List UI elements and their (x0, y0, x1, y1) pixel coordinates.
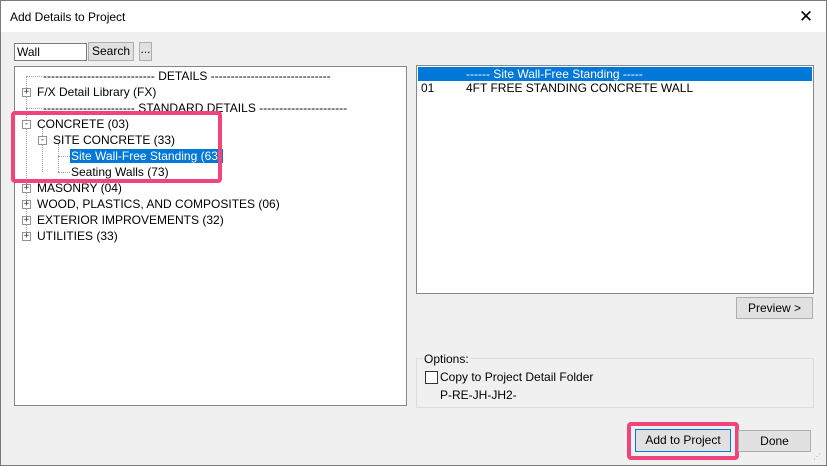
tree-item-concrete[interactable]: CONCRETE (03) (36, 116, 130, 132)
list-header-row[interactable]: ------ Site Wall-Free Standing ----- (418, 67, 812, 81)
category-tree[interactable]: ---------------------------- DETAILS ---… (14, 66, 407, 406)
tree-item-exterior-improvements[interactable]: EXTERIOR IMPROVEMENTS (32) (36, 212, 225, 228)
expand-icon[interactable]: + (22, 232, 31, 241)
title-bar: Add Details to Project ✕ (1, 1, 826, 32)
close-icon[interactable]: ✕ (786, 1, 826, 32)
tree-item-label: Site Wall-Free Standing (63) (70, 149, 223, 163)
tree-item-standard-header: ----------------------- STANDARD DETAILS… (42, 100, 348, 116)
details-list[interactable]: ------ Site Wall-Free Standing ----- 01 … (416, 65, 814, 294)
more-options-button[interactable]: ... (139, 42, 152, 61)
expand-icon[interactable]: + (22, 88, 31, 97)
tree-item-label: ---------------------------- DETAILS ---… (43, 69, 331, 83)
search-input[interactable] (14, 43, 87, 61)
tree-item-label: UTILITIES (33) (37, 229, 118, 243)
tree-item-label: EXTERIOR IMPROVEMENTS (32) (37, 213, 224, 227)
options-label: Options: (423, 352, 470, 366)
tree-item-label: ----------------------- STANDARD DETAILS… (43, 101, 348, 115)
tree-connector (58, 144, 59, 172)
tree-item-masonry[interactable]: MASONRY (04) (36, 180, 123, 196)
tree-item-label: Seating Walls (73) (71, 165, 169, 179)
expand-icon[interactable]: + (22, 184, 31, 193)
expand-icon[interactable]: + (22, 200, 31, 209)
add-details-dialog: Add Details to Project ✕ Search ... ----… (0, 0, 827, 466)
search-button[interactable]: Search (88, 42, 134, 61)
collapse-icon[interactable]: - (38, 136, 47, 145)
copy-to-folder-checkbox[interactable] (425, 371, 438, 384)
list-item[interactable]: 01 4FT FREE STANDING CONCRETE WALL (418, 81, 812, 95)
add-to-project-button[interactable]: Add to Project (635, 429, 731, 452)
tree-item-details-header: ---------------------------- DETAILS ---… (42, 68, 332, 84)
detail-number: 01 (421, 81, 435, 95)
tree-item-wood-plastics[interactable]: WOOD, PLASTICS, AND COMPOSITES (06) (36, 196, 281, 212)
tree-item-label: MASONRY (04) (37, 181, 122, 195)
window-title: Add Details to Project (10, 10, 126, 24)
done-button[interactable]: Done (738, 430, 811, 452)
collapse-icon[interactable]: - (22, 120, 31, 129)
tree-connector (26, 76, 27, 236)
list-header-label: ------ Site Wall-Free Standing ----- (466, 67, 643, 81)
tree-connector (58, 156, 70, 157)
folder-path-text: P-RE-JH-JH2- (440, 388, 517, 402)
tree-item-label: CONCRETE (03) (37, 117, 130, 131)
expand-icon[interactable]: + (22, 216, 31, 225)
tree-item-label: WOOD, PLASTICS, AND COMPOSITES (06) (37, 197, 280, 211)
tree-item-site-wall-free-standing[interactable]: Site Wall-Free Standing (63) (70, 148, 223, 164)
options-group: Options: Copy to Project Detail Folder P… (416, 352, 814, 408)
resize-grip-icon[interactable]: ⋰ (813, 452, 823, 462)
tree-item-seating-walls[interactable]: Seating Walls (73) (70, 164, 170, 180)
tree-item-site-concrete[interactable]: SITE CONCRETE (33) (52, 132, 176, 148)
detail-name: 4FT FREE STANDING CONCRETE WALL (466, 81, 694, 95)
tree-connector (58, 172, 70, 173)
tree-item-label: SITE CONCRETE (33) (53, 133, 176, 147)
tree-item-fx-library[interactable]: F/X Detail Library (FX) (36, 84, 157, 100)
tree-item-label: F/X Detail Library (FX) (37, 85, 157, 99)
preview-button[interactable]: Preview > (736, 297, 813, 319)
tree-item-utilities[interactable]: UTILITIES (33) (36, 228, 119, 244)
tree-connector (26, 76, 42, 77)
tree-connector (26, 108, 42, 109)
copy-to-folder-label[interactable]: Copy to Project Detail Folder (440, 370, 593, 384)
